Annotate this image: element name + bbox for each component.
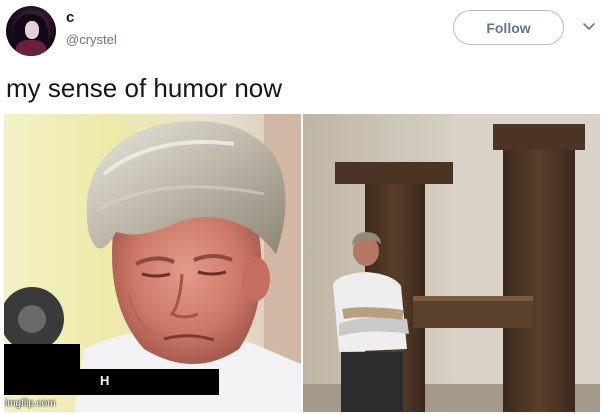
watermark: imgflip.com bbox=[5, 398, 56, 409]
avatar[interactable] bbox=[6, 6, 56, 56]
avatar-face bbox=[25, 21, 39, 39]
chevron-down-icon[interactable] bbox=[582, 20, 596, 34]
caption-bar bbox=[4, 369, 219, 395]
tweet-photo-right[interactable] bbox=[303, 114, 600, 412]
photo-right-illustration bbox=[303, 114, 600, 412]
avatar-shirt bbox=[16, 40, 46, 56]
user-handle[interactable]: @crystel bbox=[66, 32, 117, 48]
caption-text: H bbox=[100, 373, 110, 388]
tweet-text: my sense of humor now bbox=[6, 73, 283, 103]
tweet-photo-left[interactable]: H bbox=[4, 114, 301, 412]
display-name[interactable]: c bbox=[66, 9, 74, 27]
follow-button[interactable]: Follow bbox=[453, 10, 564, 45]
